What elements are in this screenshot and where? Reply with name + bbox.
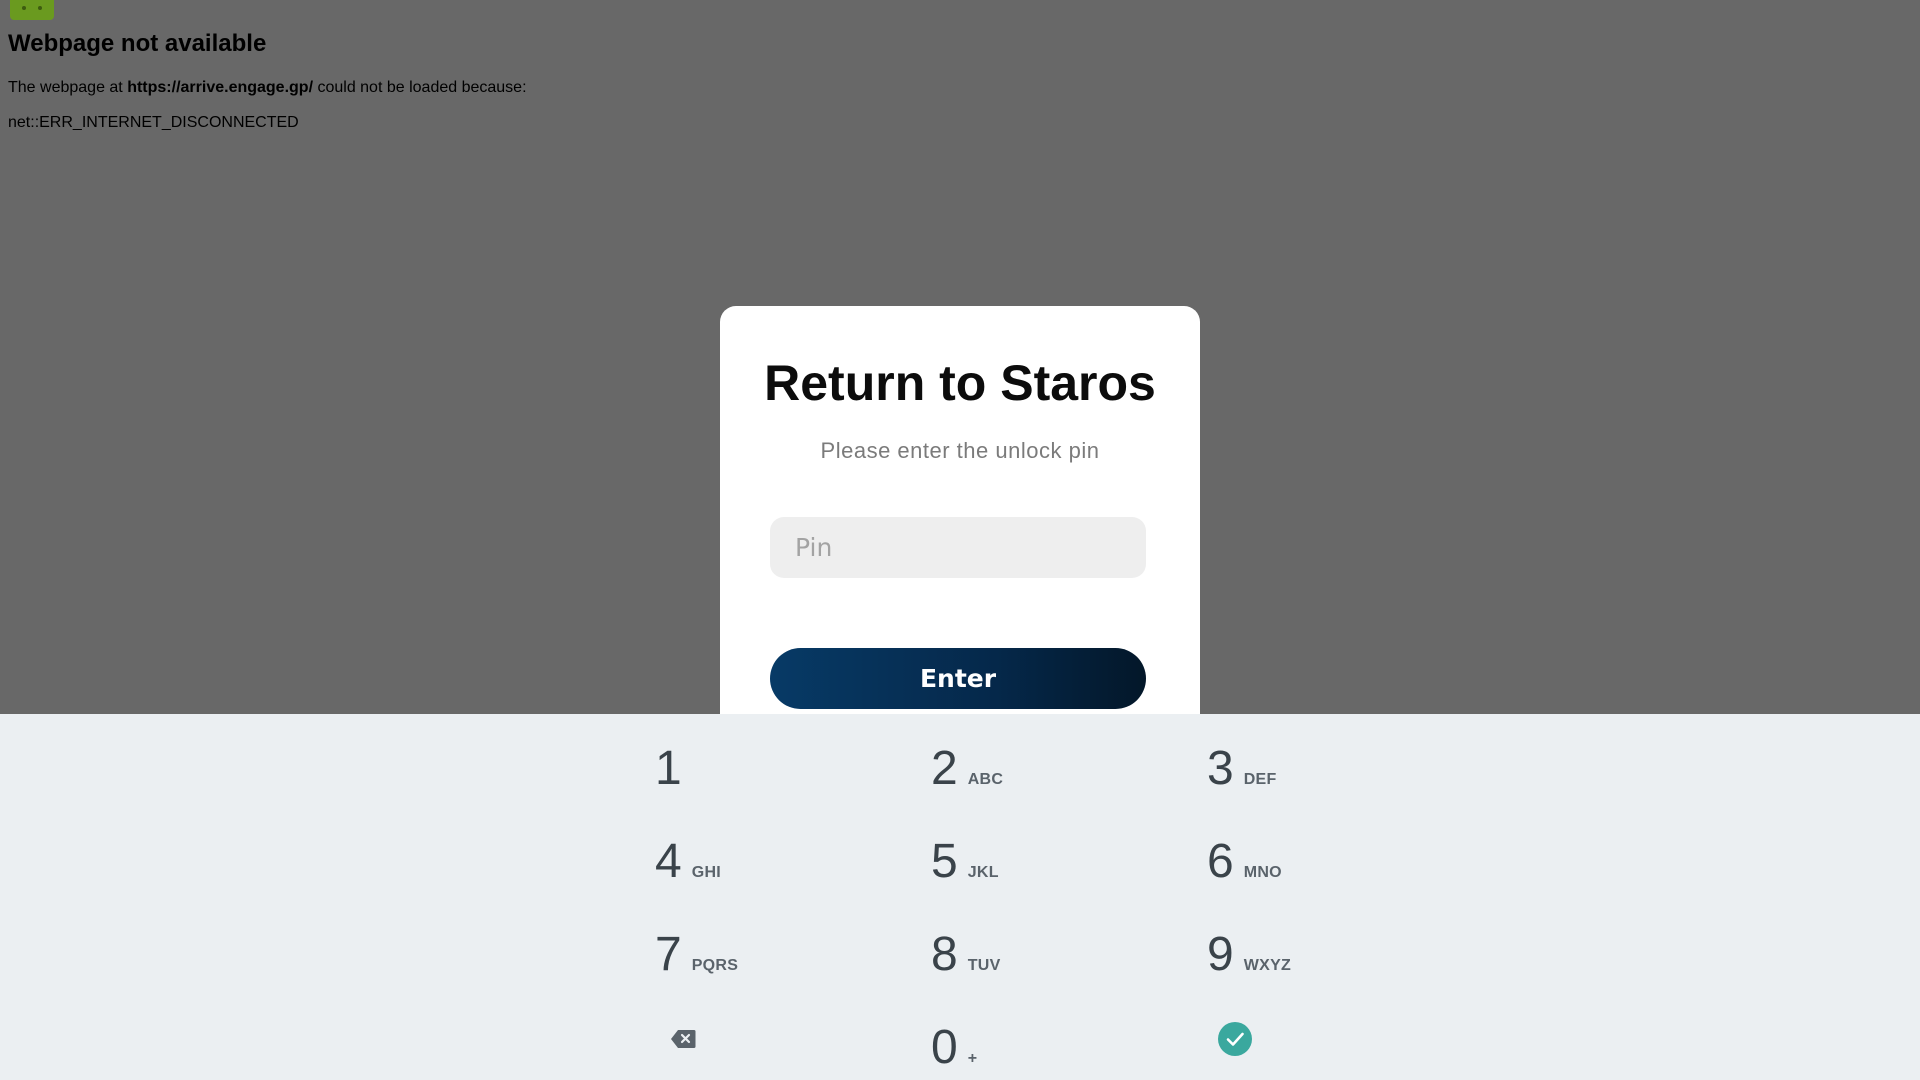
error-url: https://arrive.engage.gp/ <box>127 79 314 96</box>
numeric-keypad: 1 2 ABC 3 DEF 4 GHI 5 JKL 6 MNO 7 PQRS 8… <box>0 714 1920 1080</box>
error-title: Webpage not available <box>8 30 267 57</box>
key-9[interactable]: 9 WXYZ <box>1207 920 1387 990</box>
key-7[interactable]: 7 PQRS <box>655 920 835 990</box>
key-digit: 2 <box>931 742 958 795</box>
key-letters: JKL <box>967 864 999 881</box>
key-5[interactable]: 5 JKL <box>931 827 1111 897</box>
key-digit: 6 <box>1207 835 1234 888</box>
key-letters: WXYZ <box>1243 957 1292 974</box>
key-letters: + <box>967 1050 978 1067</box>
key-letters: GHI <box>691 864 722 881</box>
key-letters: DEF <box>1243 771 1277 788</box>
key-digit: 1 <box>655 742 682 795</box>
key-digit: 3 <box>1207 742 1234 795</box>
error-message-prefix: The webpage at <box>8 79 128 96</box>
key-digit: 4 <box>655 835 682 888</box>
unlock-dialog: Return to Staros Please enter the unlock… <box>720 306 1200 726</box>
key-3[interactable]: 3 DEF <box>1207 734 1387 804</box>
backspace-icon <box>671 1030 696 1048</box>
dialog-title: Return to Staros <box>764 355 1156 411</box>
key-letters: TUV <box>967 957 1001 974</box>
key-digit: 7 <box>655 928 682 981</box>
dialog-subtitle: Please enter the unlock pin <box>820 438 1100 463</box>
key-letters: ABC <box>967 771 1004 788</box>
error-message-suffix: could not be loaded because: <box>313 79 527 96</box>
key-digit: 0 <box>931 1021 958 1074</box>
enter-button[interactable]: Enter <box>770 648 1146 709</box>
android-logo-icon <box>10 0 54 20</box>
key-0[interactable]: 0 + <box>931 1013 1111 1080</box>
error-code: net::ERR_INTERNET_DISCONNECTED <box>8 114 299 131</box>
key-digit: 9 <box>1207 928 1234 981</box>
key-digit: 5 <box>931 835 958 888</box>
key-4[interactable]: 4 GHI <box>655 827 835 897</box>
pin-input[interactable] <box>770 517 1146 578</box>
key-1[interactable]: 1 <box>655 734 835 804</box>
check-circle-icon <box>1218 1022 1252 1056</box>
key-digit: 8 <box>931 928 958 981</box>
key-letters: MNO <box>1243 864 1282 881</box>
done-key[interactable] <box>1205 1009 1265 1069</box>
key-letters: PQRS <box>691 957 739 974</box>
key-8[interactable]: 8 TUV <box>931 920 1111 990</box>
key-2[interactable]: 2 ABC <box>931 734 1111 804</box>
error-message: The webpage at https://arrive.engage.gp/… <box>8 79 527 97</box>
key-6[interactable]: 6 MNO <box>1207 827 1387 897</box>
backspace-key[interactable] <box>653 1009 713 1069</box>
